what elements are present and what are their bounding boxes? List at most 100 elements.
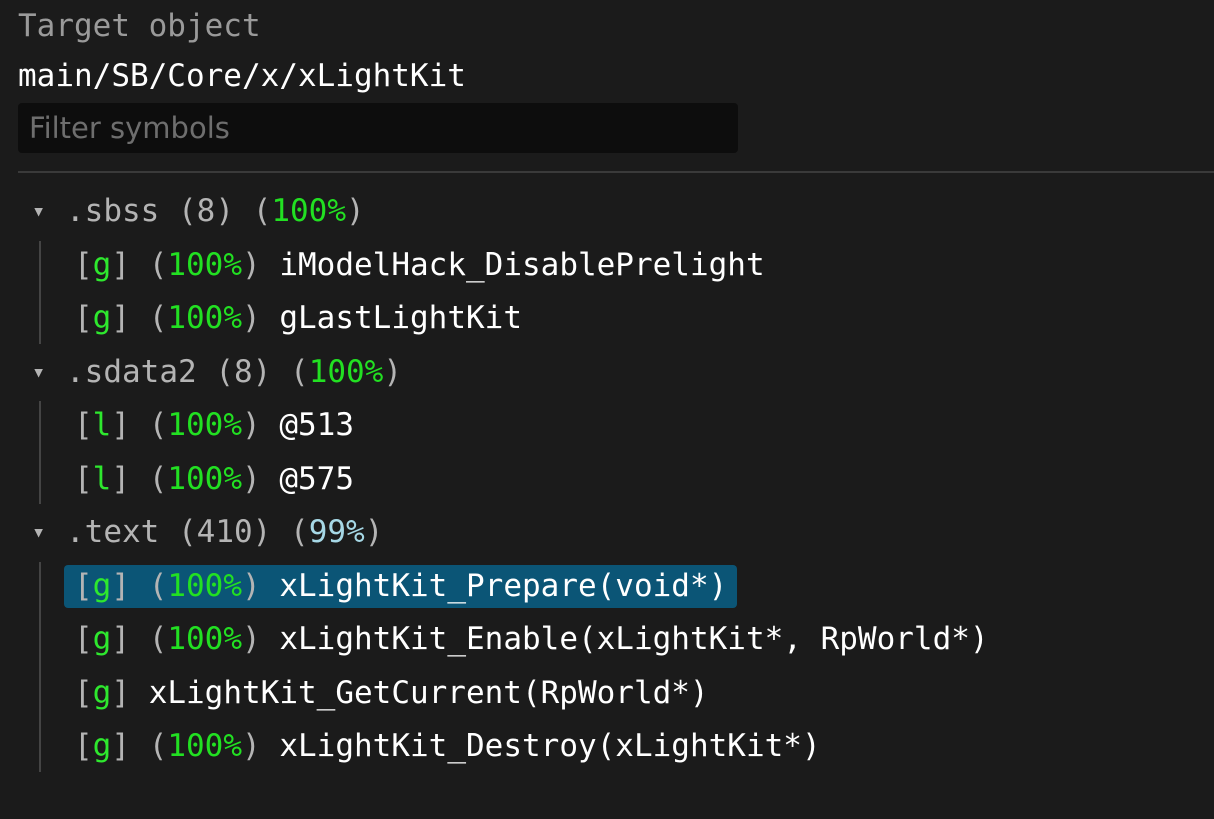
symbol-row[interactable]: [g] (100%) gLastLightKit	[0, 292, 1214, 346]
symbol-tree: ▾ .sbss (8) (100%) [g] (100%) iModelHack_D…	[0, 185, 1214, 774]
symbol-row[interactable]: [g] (100%) iModelHack_DisablePrelight	[0, 239, 1214, 293]
section-name: .text	[66, 514, 160, 550]
section-header-row[interactable]: ▾ .sbss (8) (100%)	[0, 185, 1214, 239]
paren: (	[148, 567, 168, 604]
section-label: .sdata2 (8) (100%)	[66, 346, 402, 400]
chevron-down-icon[interactable]: ▾	[32, 506, 45, 560]
filter-symbols-input[interactable]	[18, 103, 738, 153]
symbol-row-content[interactable]: [g] (100%) xLightKit_Destroy(xLightKit*)	[64, 725, 831, 768]
symbol-name: gLastLightKit	[279, 300, 522, 336]
symbol-kind: g	[92, 300, 112, 336]
section-header-row[interactable]: ▾ .sdata2 (8) (100%)	[0, 346, 1214, 400]
bracket: ]	[111, 621, 131, 657]
symbol-kind: g	[92, 621, 112, 657]
symbol-kind: l	[92, 407, 112, 443]
paren: )	[215, 193, 235, 229]
section: ▾ .sbss (8) (100%) [g] (100%) iModelHack_D…	[0, 185, 1214, 346]
symbol-match-percent: 100%	[167, 246, 243, 283]
chevron-down-icon[interactable]: ▾	[32, 185, 45, 239]
symbol-name: xLightKit_Prepare(void*)	[279, 567, 728, 604]
section-count: 410	[196, 514, 253, 550]
symbol-row[interactable]: [g] (100%) xLightKit_Enable(xLightKit*, …	[0, 613, 1214, 667]
bracket: ]	[111, 300, 131, 336]
symbol-match-percent: 100%	[167, 567, 243, 604]
paren: )	[252, 353, 272, 390]
paren: )	[242, 621, 261, 657]
symbol-name: @513	[279, 407, 355, 443]
paren: )	[242, 300, 261, 336]
paren: (	[252, 193, 272, 229]
bracket: [	[74, 460, 93, 497]
paren: )	[242, 460, 261, 497]
paren: )	[364, 514, 384, 550]
symbol-row[interactable]: [l] (100%) @513	[0, 399, 1214, 453]
symbol-row[interactable]: [g] xLightKit_GetCurrent(RpWorld*)	[0, 667, 1214, 721]
symbol-kind: g	[92, 246, 112, 283]
paren: (	[178, 514, 197, 550]
symbol-row-content[interactable]: [g] (100%) xLightKit_Enable(xLightKit*, …	[64, 618, 999, 661]
paren: )	[242, 407, 261, 443]
paren: )	[242, 246, 261, 283]
paren: )	[242, 728, 261, 764]
symbol-kind: g	[92, 728, 112, 764]
symbol-name: iModelHack_DisablePrelight	[279, 246, 765, 283]
symbol-row-content[interactable]: [g] (100%) gLastLightKit	[64, 297, 532, 340]
symbol-row-selected[interactable]: [g] (100%) xLightKit_Prepare(void*)	[0, 560, 1214, 614]
bracket: ]	[111, 460, 131, 497]
symbol-match-percent: 100%	[167, 300, 243, 336]
symbol-row-content[interactable]: [l] (100%) @575	[64, 458, 364, 501]
paren: (	[290, 353, 309, 390]
symbol-name: xLightKit_Destroy(xLightKit*)	[279, 728, 821, 764]
paren: (	[148, 728, 168, 764]
section-children: [g] (100%) xLightKit_Prepare(void*) [g] (…	[0, 560, 1214, 774]
bracket: ]	[111, 728, 131, 764]
symbol-match-percent: 100%	[167, 460, 243, 497]
bracket: ]	[111, 246, 131, 283]
paren: (	[178, 193, 197, 229]
section-name: .sbss	[66, 193, 160, 229]
bracket: [	[74, 407, 93, 443]
section-match-percent: 99%	[308, 514, 365, 550]
section: ▾ .text (410) (99%) [g] (100%) xLightKit_P…	[0, 506, 1214, 774]
paren: (	[148, 621, 168, 657]
symbol-name: xLightKit_GetCurrent(RpWorld*)	[148, 674, 709, 711]
section: ▾ .sdata2 (8) (100%) [l] (100%) @513 [l] (1…	[0, 346, 1214, 507]
bracket: [	[74, 621, 93, 657]
chevron-down-icon[interactable]: ▾	[32, 346, 45, 400]
paren: )	[346, 193, 365, 229]
paren: (	[148, 460, 168, 497]
symbol-row[interactable]: [l] (100%) @575	[0, 453, 1214, 507]
bracket: ]	[111, 567, 131, 604]
symbol-row-content[interactable]: [l] (100%) @513	[64, 404, 364, 447]
bracket: [	[74, 567, 93, 604]
bracket: ]	[111, 407, 131, 443]
paren: (	[148, 407, 168, 443]
bracket: [	[74, 674, 93, 711]
paren: (	[148, 246, 168, 283]
symbol-kind: g	[92, 567, 112, 604]
symbol-name: @575	[279, 460, 355, 497]
section-count: 8	[196, 193, 216, 229]
bracket: [	[74, 246, 93, 283]
filter-box[interactable]	[18, 103, 738, 153]
target-object-label: Target object	[18, 8, 261, 44]
section-header-row[interactable]: ▾ .text (410) (99%)	[0, 506, 1214, 560]
section-count: 8	[234, 353, 253, 390]
section-children: [l] (100%) @513 [l] (100%) @575	[0, 399, 1214, 506]
section-match-percent: 100%	[308, 353, 384, 390]
symbol-kind: g	[92, 674, 112, 711]
paren: (	[148, 300, 168, 336]
bracket: [	[74, 300, 93, 336]
paren: (	[290, 514, 309, 550]
section-label: .sbss (8) (100%)	[66, 185, 365, 239]
symbol-name: xLightKit_Enable(xLightKit*, RpWorld*)	[279, 621, 989, 657]
symbol-match-percent: 100%	[167, 407, 243, 443]
symbol-row-content[interactable]: [g] xLightKit_GetCurrent(RpWorld*)	[64, 672, 719, 715]
divider	[18, 171, 1214, 173]
symbol-match-percent: 100%	[167, 621, 243, 657]
symbol-row[interactable]: [g] (100%) xLightKit_Destroy(xLightKit*)	[0, 720, 1214, 774]
symbol-row-content[interactable]: [g] (100%) xLightKit_Prepare(void*)	[64, 564, 738, 608]
symbol-row-content[interactable]: [g] (100%) iModelHack_DisablePrelight	[64, 244, 775, 287]
bracket: ]	[111, 674, 131, 711]
paren: )	[242, 567, 261, 604]
